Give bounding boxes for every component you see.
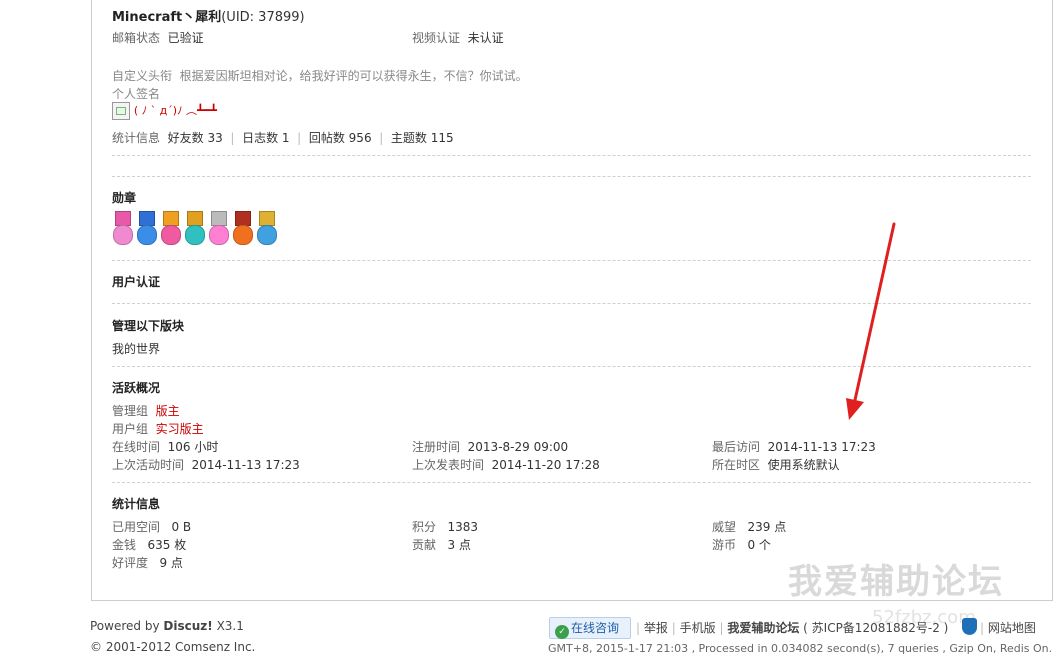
watermark-logo: 我爱辅助论坛 (788, 562, 1004, 602)
medals-heading: 勋章 (112, 191, 137, 205)
user-group-link[interactable]: 实习版主 (156, 422, 204, 436)
orange-heart-medal-icon[interactable] (160, 211, 181, 245)
uid: (UID: 37899) (221, 10, 305, 25)
discuz-link[interactable]: Discuz! (163, 619, 212, 633)
profile-panel: Minecraft丶犀利(UID: 37899) 邮箱状态 已验证 视频认证 未… (91, 0, 1053, 601)
sitemap-link[interactable]: 网站地图 (988, 621, 1036, 635)
divider (112, 176, 1031, 177)
last-active: 上次活动时间 2014-11-13 17:23 (112, 458, 300, 472)
moderated-heading: 管理以下版块 (112, 319, 185, 333)
debug-info: GMT+8, 2015-1-17 21:03 , Processed in 0.… (548, 642, 1053, 655)
profile-title: Minecraft丶犀利(UID: 37899) (112, 6, 305, 25)
money: 金钱 635 枚 (112, 538, 187, 552)
report-link[interactable]: 举报 (644, 621, 668, 635)
friends-count[interactable]: 好友数 33 (168, 131, 223, 145)
copyright: © 2001-2012 Comsenz Inc. (90, 640, 256, 654)
teal-heart-medal-icon[interactable] (184, 211, 205, 245)
threads-count[interactable]: 主题数 115 (391, 131, 454, 145)
email-status: 邮箱状态 已验证 (112, 31, 204, 45)
timezone: 所在时区 使用系统默认 (712, 458, 840, 472)
pink-flower-medal-icon[interactable] (112, 211, 133, 245)
activity-heading: 活跃概况 (112, 381, 161, 395)
statistics-heading: 统计信息 (112, 497, 161, 511)
contribution: 贡献 3 点 (412, 538, 471, 552)
site-name-link[interactable]: 我爱辅助论坛 (727, 621, 799, 635)
custom-title: 自定义头衔 根据爱因斯坦相对论，给我好评的可以获得永生，不信？你试试。 (112, 69, 528, 83)
divider (112, 482, 1031, 483)
signature: ( ﾉ ` д´)ﾉ ︵┻━┻ (112, 102, 217, 120)
points: 积分 1383 (412, 520, 479, 534)
fire-medal-icon[interactable] (232, 211, 253, 245)
mobile-link[interactable]: 手机版 (680, 621, 716, 635)
online-consult-label: 在线咨询 (571, 621, 620, 635)
last-post: 上次发表时间 2014-11-20 17:28 (412, 458, 600, 472)
admin-group-link[interactable]: 版主 (156, 404, 180, 418)
prestige: 威望 239 点 (712, 520, 787, 534)
annotation-arrow-icon (846, 222, 896, 420)
shield-icon (962, 618, 977, 635)
rating: 好评度 9 点 (112, 556, 183, 570)
blue-gear-medal-icon[interactable] (256, 211, 277, 245)
footer-links: | 举报 | 手机版 | 我爱辅助论坛 ( 苏ICP备12081882号-2 ) (636, 621, 949, 635)
sitemap-area: | 网站地图 (980, 621, 1036, 635)
chat-icon: ✓ (555, 625, 569, 639)
user-group: 用户组 实习版主 (112, 422, 204, 436)
powered-by: Powered by Discuz! X3.1 (90, 619, 244, 633)
icp-link[interactable]: ( 苏ICP备12081882号-2 ) (803, 621, 948, 635)
username: Minecraft丶犀利 (112, 10, 222, 25)
video-auth-status: 视频认证 未认证 (412, 31, 504, 45)
pink-heart-necklace-icon[interactable] (208, 211, 229, 245)
register-time: 注册时间 2013-8-29 09:00 (412, 440, 569, 454)
signature-label: 个人签名 (112, 87, 161, 101)
broken-image-icon (112, 102, 130, 120)
coins: 游币 0 个 (712, 538, 771, 552)
admin-group: 管理组 版主 (112, 404, 180, 418)
replies-count[interactable]: 回帖数 956 (309, 131, 372, 145)
moderated-forum-link[interactable]: 我的世界 (112, 340, 160, 357)
used-space: 已用空间 0 B (112, 520, 192, 534)
stats-summary: 统计信息 好友数 33 | 日志数 1 | 回帖数 956 | 主题数 115 (112, 131, 454, 145)
user-auth-heading: 用户认证 (112, 275, 161, 289)
signature-text: ( ﾉ ` д´)ﾉ ︵┻━┻ (133, 104, 217, 117)
blue-shield-medal-icon[interactable] (136, 211, 157, 245)
online-consult-button[interactable]: ✓ 在线咨询 (549, 617, 631, 639)
online-time: 在线时间 106 小时 (112, 440, 219, 454)
blogs-count[interactable]: 日志数 1 (242, 131, 289, 145)
divider (112, 155, 1031, 156)
last-visit: 最后访问 2014-11-13 17:23 (712, 440, 876, 454)
